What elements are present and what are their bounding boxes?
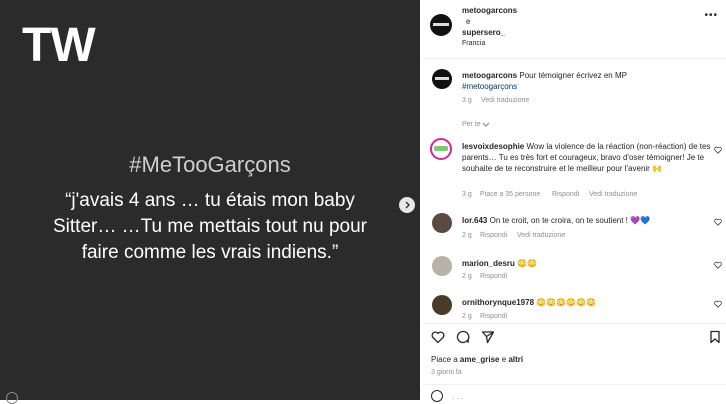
comment-3-reply[interactable]: Rispondi <box>480 273 507 280</box>
heart-icon[interactable] <box>431 330 445 344</box>
caption-username[interactable]: metoogarcons <box>462 71 517 80</box>
header-location[interactable]: Francia <box>462 40 485 47</box>
caption-hashtag[interactable]: #metoogarçons <box>462 82 517 91</box>
carousel-indicator <box>6 392 18 404</box>
liked-by: Piace a ame_grise e altri <box>431 355 523 364</box>
comment-2-reply[interactable]: Rispondi <box>480 232 507 239</box>
header-user2[interactable]: supersero_ <box>462 28 505 37</box>
avatar-comment-4[interactable] <box>432 295 452 315</box>
header-user1[interactable]: metoogarcons <box>462 6 517 15</box>
comment-4-body: ornithorynque1978 😳😳😳😳😳😳 <box>462 297 712 308</box>
bookmark-icon[interactable] <box>708 330 722 344</box>
comment-1-likes[interactable]: Piace a 35 persone <box>480 191 540 198</box>
comment-2-username[interactable]: lor.643 <box>462 216 487 225</box>
emoji-icon[interactable] <box>431 390 443 402</box>
caption-translate[interactable]: Vedi traduzione <box>481 97 529 104</box>
header-joiner: e <box>466 17 471 26</box>
post-date: 3 giorni fa <box>431 369 462 376</box>
comment-1-time: 3 g <box>462 191 472 198</box>
liked-by-user[interactable]: ame_grise <box>460 355 500 364</box>
input-divider <box>422 384 726 385</box>
header-divider <box>422 58 726 59</box>
heart-icon[interactable] <box>714 300 722 308</box>
comment-1-translate[interactable]: Vedi traduzione <box>589 191 637 198</box>
comment-4-reply[interactable]: Rispondi <box>480 313 507 320</box>
caption-body: metoogarcons Pour témoigner écrivez en M… <box>462 70 712 92</box>
more-options-icon[interactable]: ••• <box>704 10 718 21</box>
share-icon[interactable] <box>481 330 495 344</box>
comment-1-reply[interactable]: Rispondi <box>552 191 579 198</box>
comment-2-time: 2 g <box>462 232 472 239</box>
caption-text: Pour témoigner écrivez en MP <box>519 71 627 80</box>
comment-3-username[interactable]: marion_desru <box>462 259 515 268</box>
liked-by-prefix: Piace a <box>431 355 458 364</box>
next-image-button[interactable] <box>399 197 415 213</box>
avatar-comment-2[interactable] <box>432 213 452 233</box>
avatar-collab[interactable] <box>430 14 452 36</box>
comment-3-text: 😳😳 <box>517 259 538 268</box>
heart-icon[interactable] <box>714 218 722 226</box>
post-image: TW #MeTooGarçons “j'avais 4 ans … tu éta… <box>0 0 420 404</box>
tw-logo: TW <box>22 19 96 72</box>
comment-2-text: On te croit, on te croira, on te soutien… <box>489 216 651 225</box>
post-sidebar: metoogarcons e supersero_ Francia ••• me… <box>422 0 726 402</box>
comment-4-text: 😳😳😳😳😳😳 <box>536 298 597 307</box>
chevron-right-icon <box>405 201 410 209</box>
liked-by-joiner: e <box>501 355 507 364</box>
avatar-comment-1[interactable] <box>430 138 452 160</box>
comment-2-translate[interactable]: Vedi traduzione <box>517 232 565 239</box>
comment-4-username[interactable]: ornithorynque1978 <box>462 298 534 307</box>
comment-1-username[interactable]: lesvoixdesophie <box>462 142 524 151</box>
comment-3-body: marion_desru 😳😳 <box>462 258 712 269</box>
comment-2-body: lor.643 On te croit, on te croira, on te… <box>462 215 712 226</box>
post-quote: “j'avais 4 ans … tu étais mon baby Sitte… <box>53 190 367 263</box>
heart-icon[interactable] <box>714 261 722 269</box>
heart-icon[interactable] <box>714 146 722 154</box>
comment-4-time: 2 g <box>462 313 472 320</box>
caption-time: 3 g <box>462 97 472 104</box>
chevron-down-icon[interactable] <box>482 120 490 128</box>
avatar-caption[interactable] <box>432 69 452 89</box>
comment-icon[interactable] <box>456 330 470 344</box>
actions-divider <box>422 323 726 324</box>
instagram-post-view: TW #MeTooGarçons “j'avais 4 ans … tu éta… <box>0 0 726 404</box>
liked-by-others[interactable]: altri <box>508 355 523 364</box>
comment-3-time: 2 g <box>462 273 472 280</box>
post-hashtag: #MeTooGarçons <box>129 152 291 177</box>
for-you-label[interactable]: Per te <box>462 121 481 128</box>
comment-1-body: lesvoixdesophie Wow la violence de la ré… <box>462 141 712 174</box>
avatar-comment-3[interactable] <box>432 256 452 276</box>
